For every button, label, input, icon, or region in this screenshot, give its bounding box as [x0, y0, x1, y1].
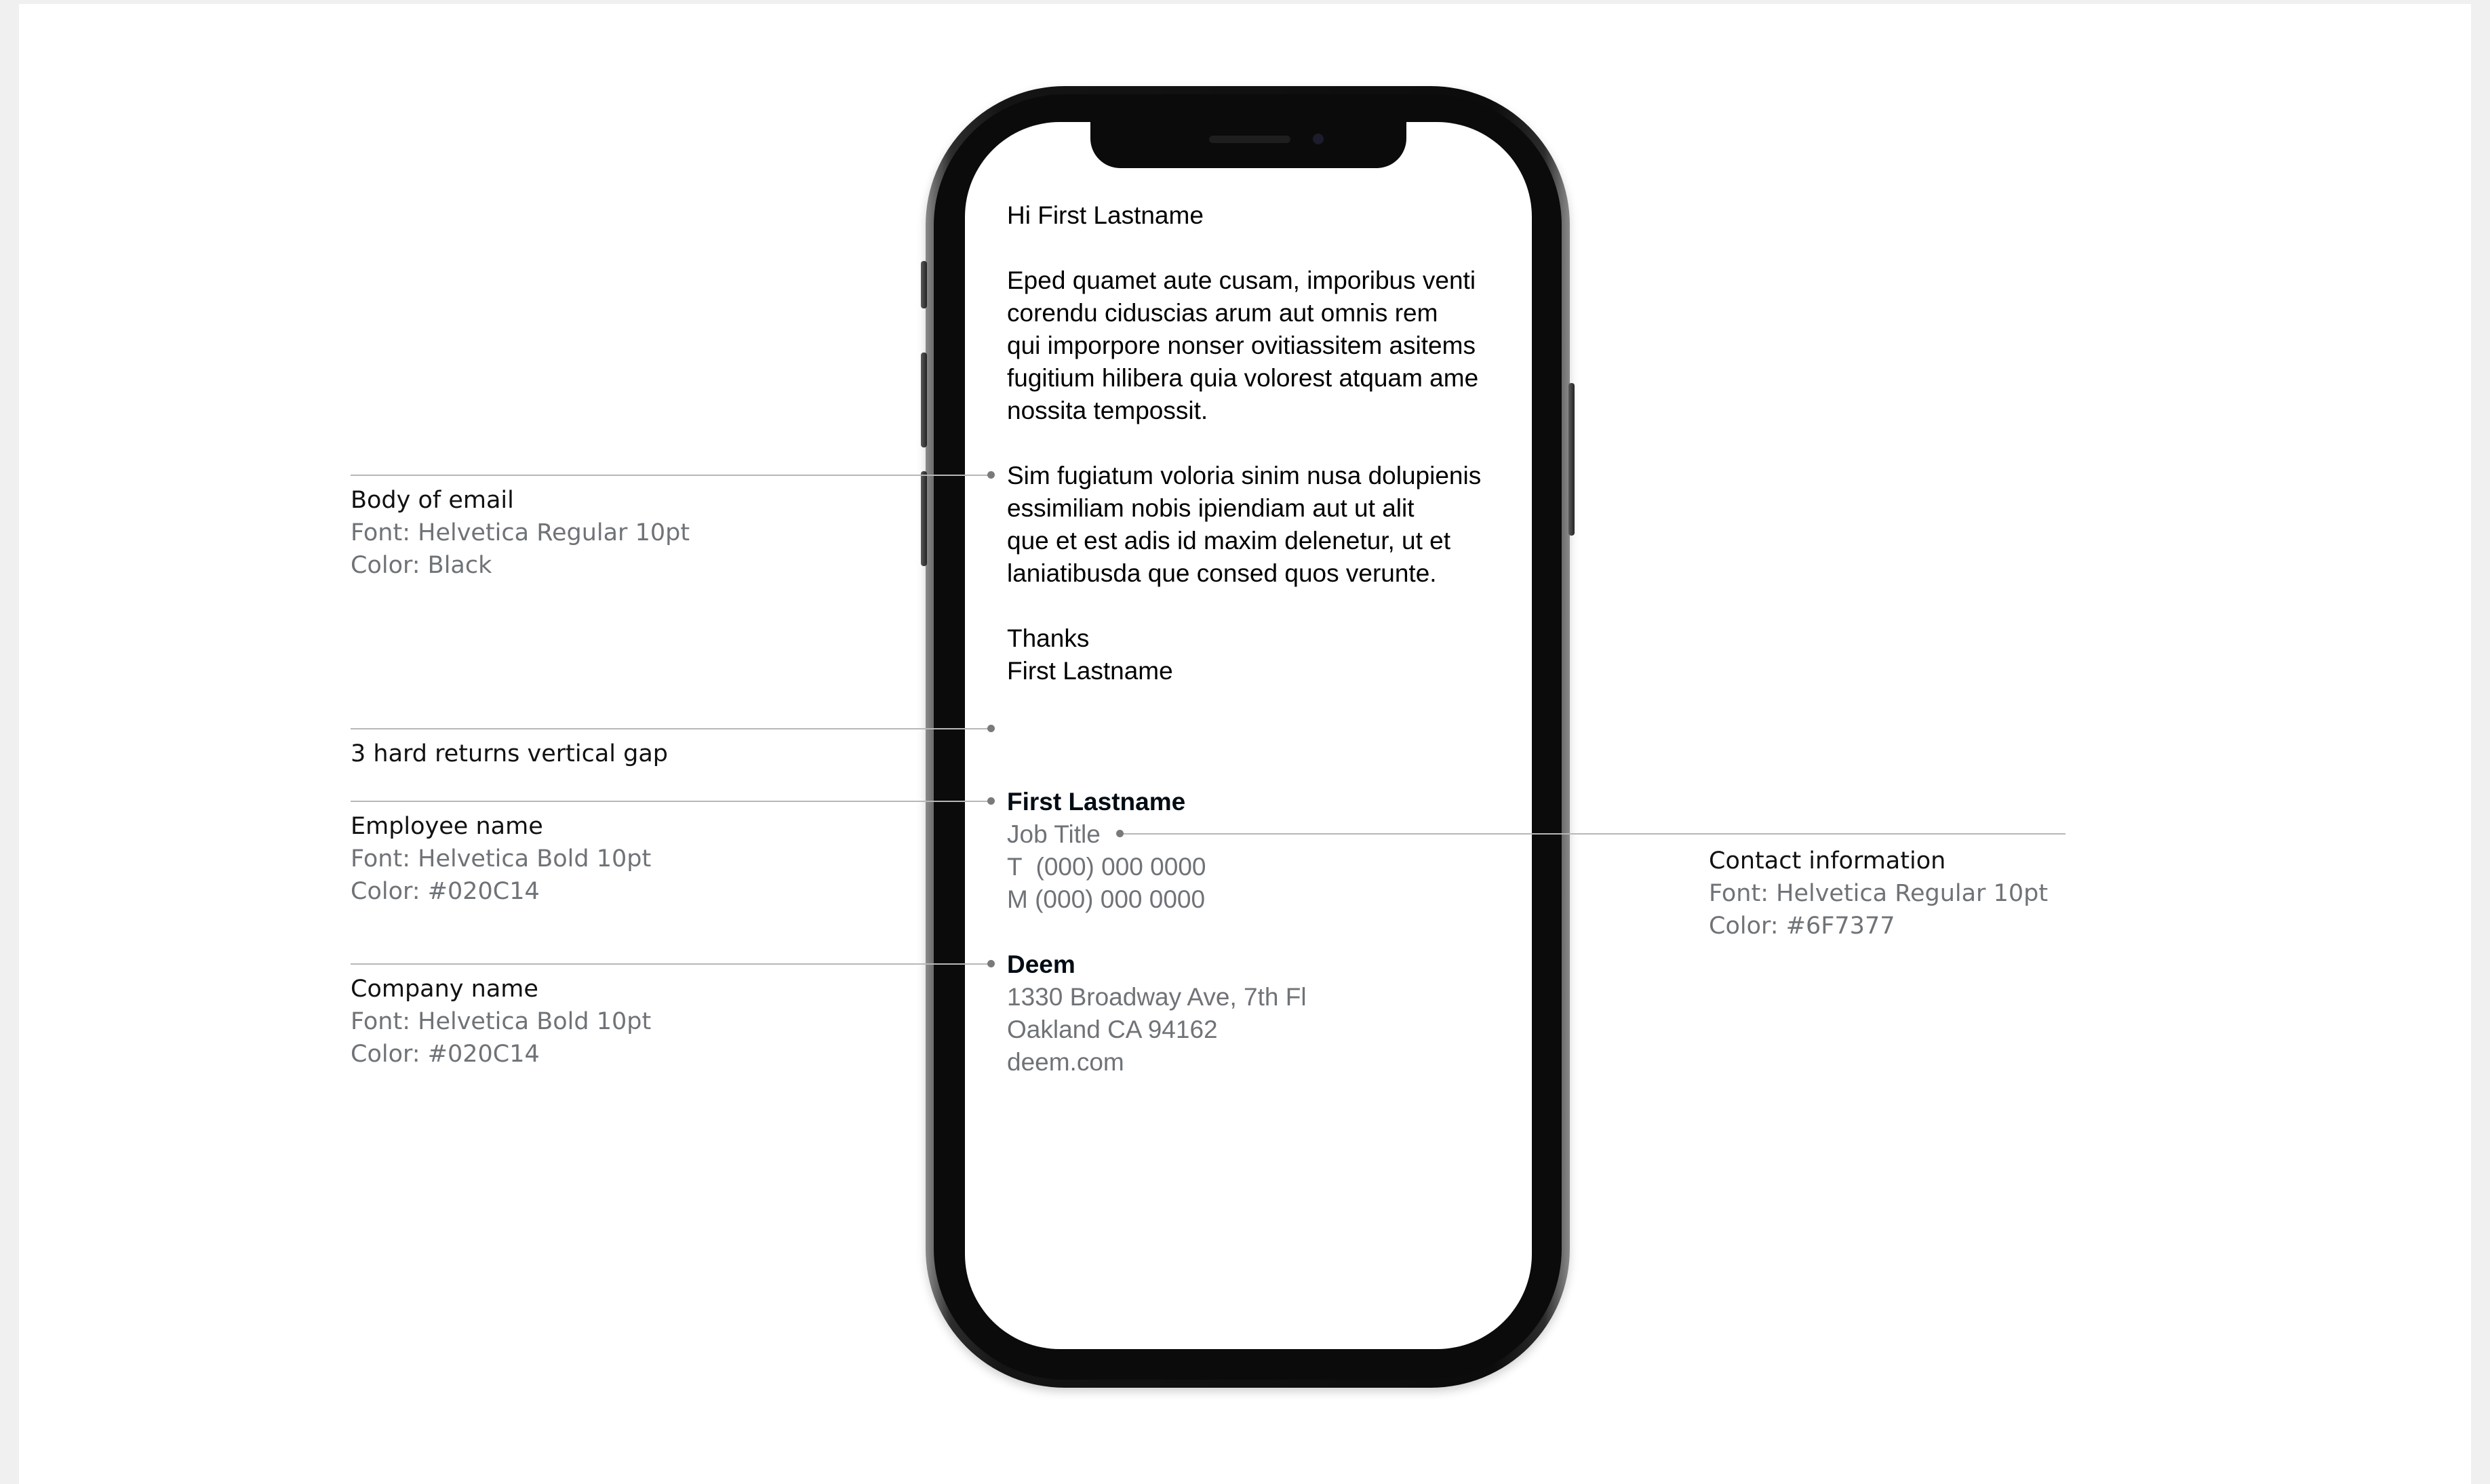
email-body-line: corendu ciduscias arum aut omnis rem [1007, 299, 1438, 327]
email-body-line: laniatibusda que consed quos verunte. [1007, 559, 1437, 587]
employee-annotation-font: Font: Helvetica Bold 10pt [351, 845, 652, 873]
contact-leader-line [1120, 833, 2066, 835]
signature-phone: T (000) 000 0000 [1007, 853, 1206, 881]
phone-notch [1090, 122, 1406, 168]
signature-employee-name: First Lastname [1007, 788, 1186, 816]
body-annotation-color: Color: Black [351, 552, 492, 579]
contact-leader-dot [1116, 830, 1124, 837]
body-leader-line [351, 475, 991, 476]
email-greeting: Hi First Lastname [1007, 201, 1204, 229]
employee-annotation-title: Employee name [351, 813, 543, 840]
email-body-line: Eped quamet aute cusam, imporibus venti [1007, 266, 1476, 294]
signature-website: deem.com [1007, 1048, 1124, 1076]
power-button [1568, 383, 1575, 536]
email-closing-name: First Lastname [1007, 657, 1173, 685]
volume-up-button [921, 353, 927, 447]
body-leader-dot [987, 471, 995, 479]
contact-annotation-color: Color: #6F7377 [1709, 913, 1895, 940]
phone-screen: Hi First Lastname Eped quamet aute cusam… [965, 122, 1532, 1349]
body-annotation-title: Body of email [351, 487, 514, 514]
volume-down-button [921, 471, 927, 566]
contact-annotation-title: Contact information [1709, 847, 1946, 875]
email-body-line: essimiliam nobis ipiendiam aut ut alit [1007, 494, 1415, 522]
email-body-line: Sim fugiatum voloria sinim nusa dolupien… [1007, 462, 1482, 489]
gap-annotation-title: 3 hard returns vertical gap [351, 740, 669, 767]
body-annotation-font: Font: Helvetica Regular 10pt [351, 519, 690, 546]
signature-company-name: Deem [1007, 950, 1075, 978]
company-leader-line [351, 963, 991, 965]
mute-switch [921, 261, 927, 308]
company-annotation-title: Company name [351, 976, 538, 1003]
gap-leader-dot [987, 725, 995, 732]
contact-annotation-font: Font: Helvetica Regular 10pt [1709, 880, 2049, 907]
company-leader-dot [987, 960, 995, 967]
employee-leader-dot [987, 797, 995, 805]
signature-mobile: M (000) 000 0000 [1007, 885, 1206, 913]
company-annotation-color: Color: #020C14 [351, 1041, 540, 1068]
speaker-grille [1209, 136, 1290, 143]
email-closing: Thanks [1007, 624, 1090, 652]
company-annotation-font: Font: Helvetica Bold 10pt [351, 1008, 652, 1035]
email-body-line: qui imporpore nonser ovitiassitem asitem… [1007, 332, 1476, 359]
gap-leader-line [351, 728, 991, 729]
email-body-line: que et est adis id maxim delenetur, ut e… [1007, 527, 1451, 555]
front-camera [1313, 134, 1324, 144]
email-body-line: nossita tempossit. [1007, 397, 1208, 424]
signature-job-title: Job Title [1007, 820, 1101, 848]
signature-address-line1: 1330 Broadway Ave, 7th Fl [1007, 983, 1307, 1011]
employee-leader-line [351, 801, 991, 802]
signature-address-line2: Oakland CA 94162 [1007, 1016, 1218, 1043]
email-body-line: fugitium hilibera quia volorest atquam a… [1007, 364, 1479, 392]
employee-annotation-color: Color: #020C14 [351, 878, 540, 905]
